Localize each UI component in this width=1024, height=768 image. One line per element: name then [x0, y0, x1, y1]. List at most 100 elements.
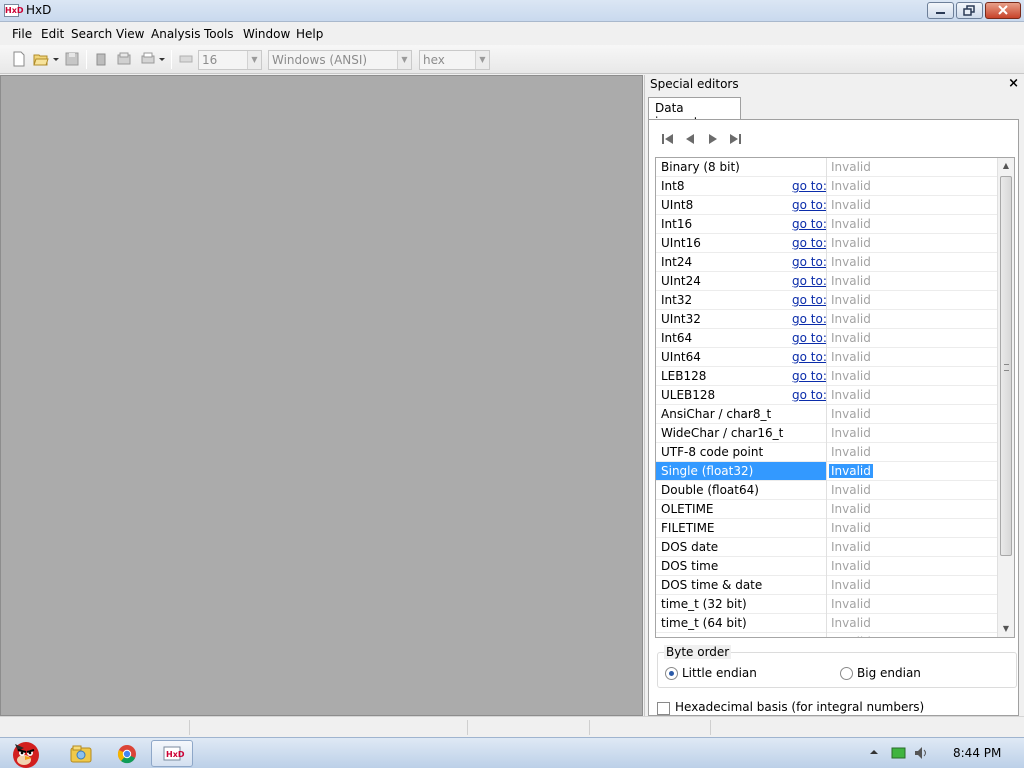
inspector-row[interactable]: DOS date Invalid: [656, 538, 997, 557]
delete-icon[interactable]: [93, 51, 109, 67]
inspector-row[interactable]: WideChar / char16_t Invalid: [656, 424, 997, 443]
big-endian-label[interactable]: Big endian: [857, 666, 921, 680]
inspector-row[interactable]: Int8 go to: Invalid: [656, 177, 997, 196]
vertical-scrollbar[interactable]: ▲ ▼: [997, 158, 1014, 637]
inspector-value[interactable]: Invalid: [831, 160, 871, 174]
last-icon[interactable]: [726, 130, 744, 148]
inspector-value[interactable]: Invalid: [831, 388, 871, 402]
inspector-value[interactable]: Invalid: [831, 312, 871, 326]
inspector-value[interactable]: Invalid: [831, 274, 871, 288]
restore-button[interactable]: [956, 2, 983, 19]
inspector-row[interactable]: Int32 go to: Invalid: [656, 291, 997, 310]
inspector-row[interactable]: ULEB128 go to: Invalid: [656, 386, 997, 405]
inspector-row[interactable]: Binary (8 bit) Invalid: [656, 158, 997, 177]
menu-tools[interactable]: Tools: [204, 27, 234, 41]
inspector-row[interactable]: Int24 go to: Invalid: [656, 253, 997, 272]
volume-icon[interactable]: [914, 746, 930, 760]
open-file-icon[interactable]: [33, 51, 49, 67]
goto-link[interactable]: go to:: [792, 255, 827, 269]
inspector-value[interactable]: Invalid: [831, 350, 871, 364]
goto-link[interactable]: go to:: [792, 198, 827, 212]
hex-basis-checkbox[interactable]: [657, 702, 670, 715]
editor-workspace[interactable]: [0, 75, 643, 716]
inspector-value[interactable]: Invalid: [831, 597, 871, 611]
scrollbar-thumb[interactable]: [1000, 176, 1012, 556]
inspector-value[interactable]: Invalid: [831, 635, 871, 637]
print-icon[interactable]: [140, 51, 156, 67]
little-endian-label[interactable]: Little endian: [682, 666, 757, 680]
inspector-row[interactable]: FILETIME Invalid: [656, 519, 997, 538]
inspector-value[interactable]: Invalid: [831, 255, 871, 269]
next-icon[interactable]: [704, 130, 722, 148]
menu-file[interactable]: File: [12, 27, 32, 41]
inspector-value[interactable]: Invalid: [831, 236, 871, 250]
menu-view[interactable]: View: [116, 27, 144, 41]
inspector-row[interactable]: LEB128 go to: Invalid: [656, 367, 997, 386]
save-icon[interactable]: [64, 51, 80, 67]
inspector-row[interactable]: UInt16 go to: Invalid: [656, 234, 997, 253]
goto-link[interactable]: go to:: [792, 179, 827, 193]
menu-help[interactable]: Help: [296, 27, 323, 41]
angry-birds-start-icon[interactable]: [2, 738, 46, 768]
offset-base-select[interactable]: hex ▼: [419, 50, 490, 70]
tab-data-inspector[interactable]: Data inspector: [648, 97, 741, 129]
goto-link[interactable]: go to:: [792, 312, 827, 326]
inspector-value[interactable]: Invalid: [831, 331, 871, 345]
inspector-value[interactable]: Invalid: [831, 369, 871, 383]
show-hidden-icons-icon[interactable]: [868, 746, 880, 758]
goto-link[interactable]: go to:: [792, 274, 827, 288]
inspector-value[interactable]: Invalid: [831, 616, 871, 630]
menu-window[interactable]: Window: [243, 27, 290, 41]
inspector-row[interactable]: UTF-8 code point Invalid: [656, 443, 997, 462]
inspector-row[interactable]: Int64 go to: Invalid: [656, 329, 997, 348]
big-endian-radio[interactable]: [840, 667, 853, 680]
inspector-value[interactable]: Invalid: [831, 293, 871, 307]
hxd-taskbar-button[interactable]: HxD: [151, 740, 193, 767]
inspector-value[interactable]: Invalid: [831, 521, 871, 535]
chrome-icon[interactable]: [114, 741, 140, 767]
goto-link[interactable]: go to:: [792, 369, 827, 383]
inspector-row[interactable]: UInt32 go to: Invalid: [656, 310, 997, 329]
close-button[interactable]: [985, 2, 1021, 19]
menu-analysis[interactable]: Analysis: [151, 27, 200, 41]
little-endian-radio[interactable]: [665, 667, 678, 680]
inspector-value[interactable]: Invalid: [831, 483, 871, 497]
menu-search[interactable]: Search: [71, 27, 112, 41]
inspector-row[interactable]: UInt24 go to: Invalid: [656, 272, 997, 291]
hex-basis-label[interactable]: Hexadecimal basis (for integral numbers): [675, 700, 924, 714]
goto-link[interactable]: go to:: [792, 388, 827, 402]
open-dropdown-icon[interactable]: [51, 51, 61, 67]
battery-icon[interactable]: [891, 746, 907, 760]
inspector-row[interactable]: UInt64 go to: Invalid: [656, 348, 997, 367]
minimize-button[interactable]: [927, 2, 954, 19]
inspector-row[interactable]: time_t (32 bit) Invalid: [656, 595, 997, 614]
inspector-value[interactable]: Invalid: [831, 578, 871, 592]
goto-link[interactable]: go to:: [792, 350, 827, 364]
goto-link[interactable]: go to:: [792, 236, 827, 250]
previous-icon[interactable]: [681, 130, 699, 148]
inspector-value[interactable]: Invalid: [831, 445, 871, 459]
inspector-value[interactable]: Invalid: [831, 198, 871, 212]
scroll-down-icon[interactable]: ▼: [998, 621, 1014, 637]
inspector-row[interactable]: GUID Invalid: [656, 633, 997, 637]
inspector-row[interactable]: time_t (64 bit) Invalid: [656, 614, 997, 633]
goto-link[interactable]: go to:: [792, 293, 827, 307]
explorer-icon[interactable]: [68, 741, 94, 767]
charset-select[interactable]: Windows (ANSI) ▼: [268, 50, 412, 70]
print-dropdown-icon[interactable]: [157, 51, 167, 67]
properties-icon[interactable]: [116, 51, 132, 67]
bytes-per-row-select[interactable]: 16 ▼: [198, 50, 262, 70]
inspector-value[interactable]: Invalid: [829, 464, 873, 478]
inspector-row[interactable]: Double (float64) Invalid: [656, 481, 997, 500]
inspector-value[interactable]: Invalid: [831, 426, 871, 440]
goto-link[interactable]: go to:: [792, 217, 827, 231]
inspector-row[interactable]: UInt8 go to: Invalid: [656, 196, 997, 215]
menu-edit[interactable]: Edit: [41, 27, 64, 41]
new-file-icon[interactable]: [11, 51, 27, 67]
inspector-row[interactable]: Single (float32) Invalid: [656, 462, 997, 481]
panel-close-icon[interactable]: ×: [1008, 76, 1019, 91]
inspector-row[interactable]: AnsiChar / char8_t Invalid: [656, 405, 997, 424]
inspector-row[interactable]: DOS time Invalid: [656, 557, 997, 576]
inspector-row[interactable]: OLETIME Invalid: [656, 500, 997, 519]
goto-link[interactable]: go to:: [792, 331, 827, 345]
